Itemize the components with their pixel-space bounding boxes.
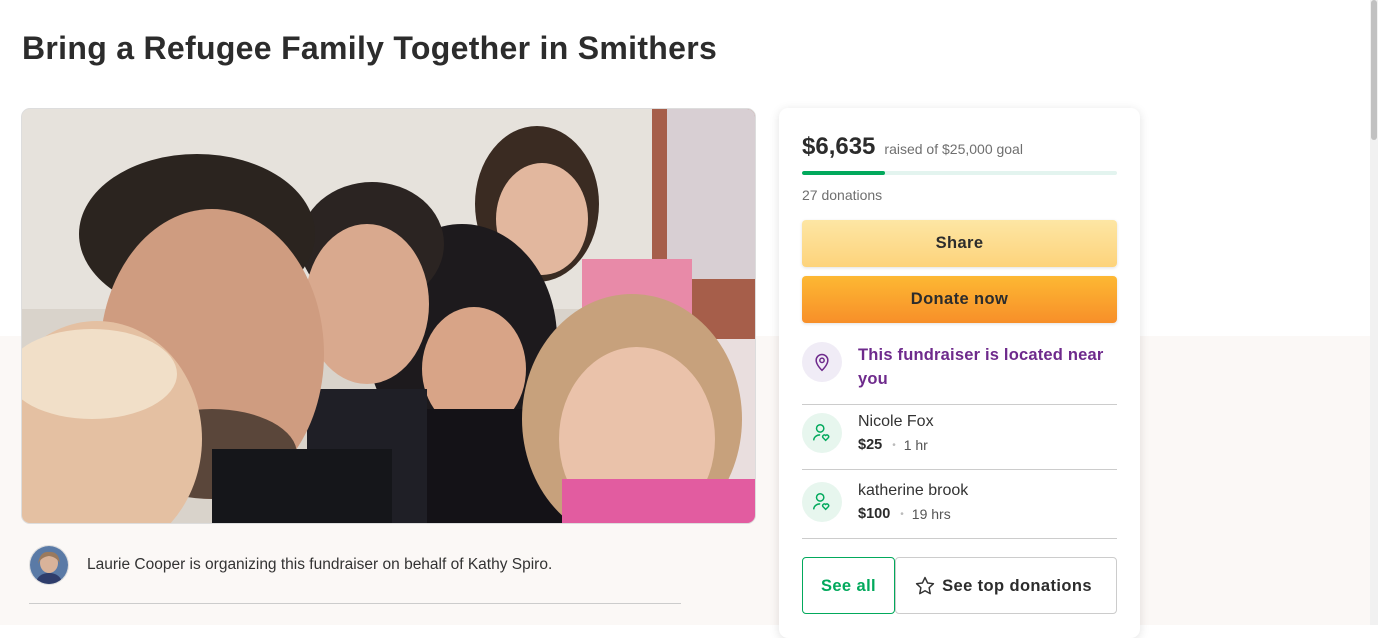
donation-card: $6,635 raised of $25,000 goal 27 donatio… (779, 108, 1140, 638)
amount-raised: $6,635 (802, 133, 876, 160)
see-all-button[interactable]: See all (802, 557, 895, 614)
separator-dot: • (892, 439, 896, 451)
donor-item: katherine brook $100 • 19 hrs (802, 474, 1117, 539)
scrollbar-thumb[interactable] (1371, 0, 1377, 140)
organizer-text: Laurie Cooper is organizing this fundrai… (87, 556, 553, 573)
donations-count: 27 donations (802, 187, 883, 203)
page-scrollbar[interactable] (1370, 0, 1378, 625)
person-heart-icon (802, 482, 842, 522)
location-pin-icon (802, 342, 842, 382)
nearby-notice: This fundraiser is located near you (802, 342, 1117, 405)
donor-item: Nicole Fox $25 • 1 hr (802, 405, 1117, 470)
donor-amount: $100 (858, 506, 891, 522)
person-heart-icon (802, 413, 842, 453)
nearby-text: This fundraiser is located near you (858, 346, 1104, 388)
see-top-donations-button[interactable]: See top donations (895, 557, 1117, 614)
donor-time: 1 hr (903, 437, 928, 453)
donor-name: katherine brook (858, 482, 969, 499)
donor-time: 19 hrs (911, 506, 951, 522)
see-top-donations-label: See top donations (942, 576, 1092, 595)
campaign-hero-image[interactable] (21, 108, 756, 524)
amount-raised-row: $6,635 raised of $25,000 goal (802, 133, 1023, 161)
donor-amount: $25 (858, 437, 883, 453)
separator-dot: • (900, 508, 904, 520)
donor-name: Nicole Fox (858, 413, 934, 430)
page-title: Bring a Refugee Family Together in Smith… (22, 30, 718, 66)
progress-bar (802, 171, 1117, 175)
organizer-avatar[interactable] (29, 545, 69, 585)
star-icon (915, 576, 935, 594)
goal-text: raised of $25,000 goal (884, 141, 1023, 157)
share-button[interactable]: Share (802, 220, 1117, 267)
donate-now-button[interactable]: Donate now (802, 276, 1117, 323)
progress-bar-fill (802, 171, 886, 175)
organizer-row: Laurie Cooper is organizing this fundrai… (29, 545, 681, 604)
